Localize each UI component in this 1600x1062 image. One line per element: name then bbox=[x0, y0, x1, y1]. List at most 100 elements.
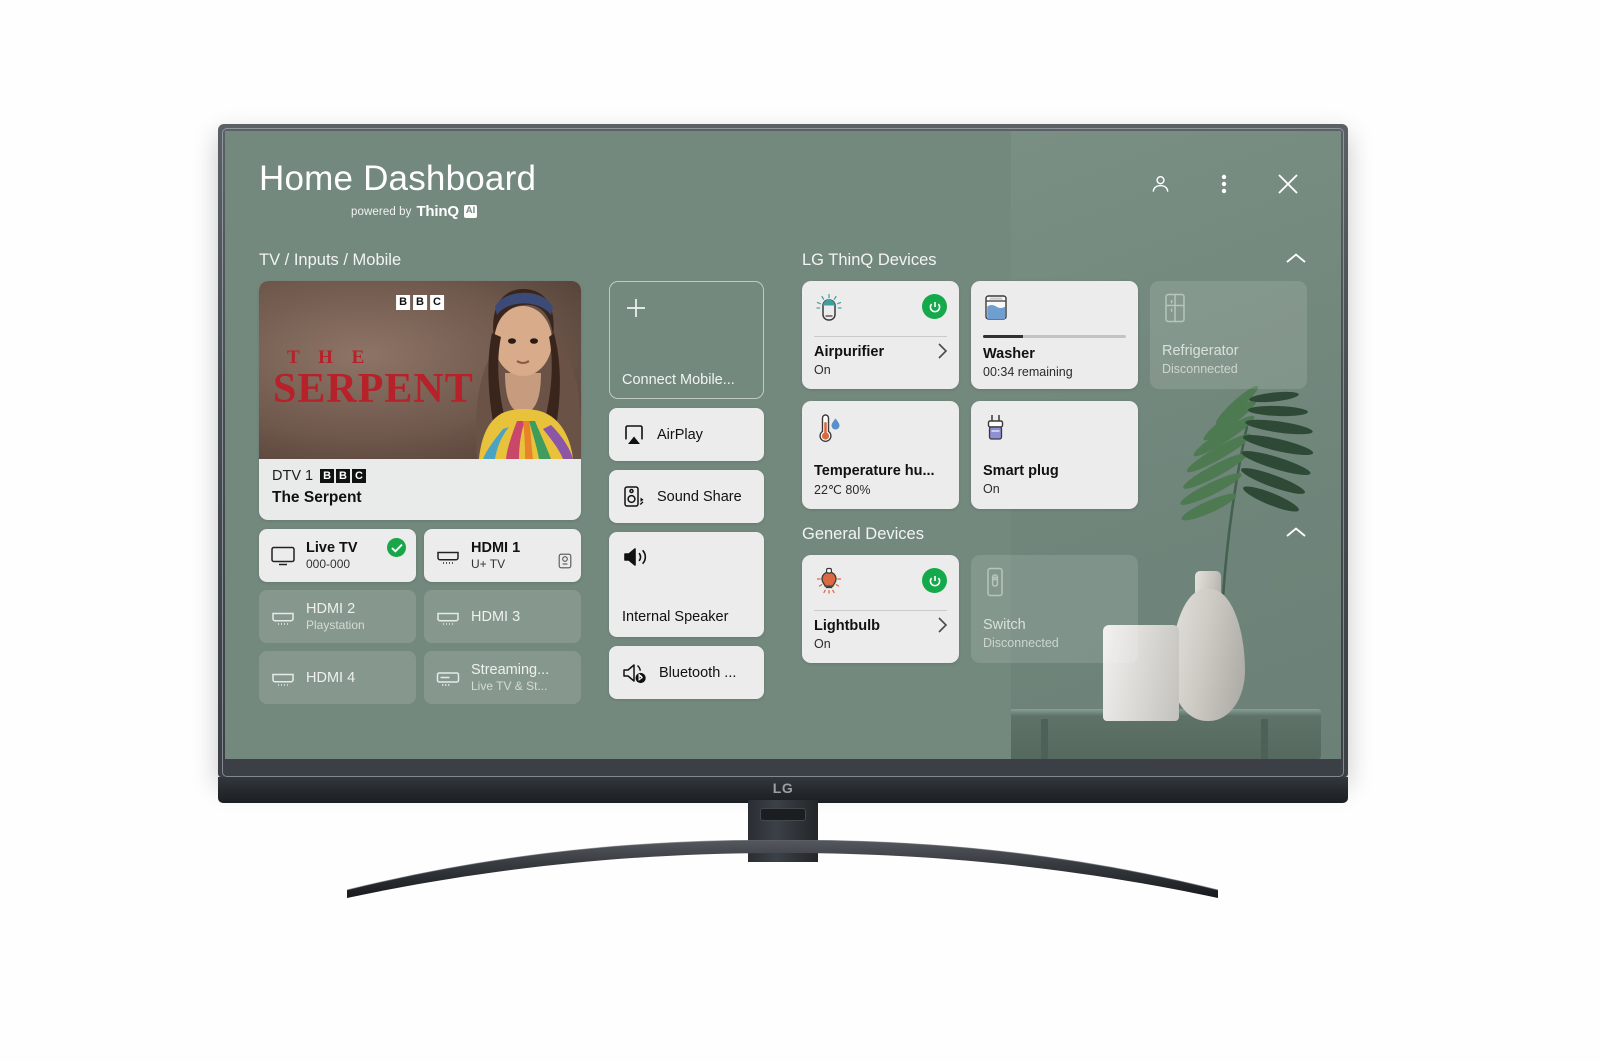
section-label-general: General Devices bbox=[802, 525, 924, 543]
settop-box-icon bbox=[558, 553, 572, 574]
device-name: Switch bbox=[983, 617, 1026, 633]
lg-logo: LG bbox=[772, 780, 794, 796]
chevron-up-icon[interactable] bbox=[1285, 526, 1307, 544]
card-divider bbox=[814, 610, 947, 611]
hdmi-icon bbox=[272, 612, 294, 625]
input-tile-hdmi-4[interactable]: HDMI 4 bbox=[259, 651, 416, 704]
bbc-logo-thumbnail: B B C bbox=[396, 295, 444, 310]
chevron-up-icon[interactable] bbox=[1285, 252, 1307, 270]
bbc-letter: B bbox=[413, 295, 427, 310]
input-tile-live-tv[interactable]: Live TV 000-000 bbox=[259, 529, 416, 582]
wall-switch-icon bbox=[987, 567, 1003, 597]
more-options-icon[interactable] bbox=[1209, 169, 1239, 199]
header-actions bbox=[1145, 169, 1303, 199]
card-divider bbox=[814, 336, 947, 337]
devices-section: LG ThinQ Devices Airpurifier On Washer 0… bbox=[802, 251, 1307, 704]
thinq-ai-badge: AI bbox=[463, 205, 478, 218]
input-tile-sub: U+ TV bbox=[471, 557, 506, 571]
device-card-top bbox=[983, 566, 1126, 608]
device-status: Disconnected bbox=[983, 636, 1059, 650]
general-section-header: General Devices bbox=[802, 525, 1307, 545]
home-dashboard: Home Dashboard powered by ThinQ AI TV / … bbox=[225, 131, 1341, 759]
speaker-icon bbox=[624, 548, 647, 566]
input-tile-name: Streaming... bbox=[471, 662, 550, 678]
screenshot-stage: Home Dashboard powered by ThinQ AI TV / … bbox=[0, 0, 1600, 1062]
program-thumbnail: B B C T H E SERPENT bbox=[259, 281, 581, 459]
dashboard-columns: TV / Inputs / Mobile B B C T H E SERPENT bbox=[259, 251, 1307, 704]
device-status: On bbox=[814, 363, 831, 377]
washer-icon bbox=[985, 295, 1007, 320]
input-tile-text: HDMI 4 bbox=[306, 670, 355, 686]
thinq-brand-label: ThinQ bbox=[416, 203, 459, 220]
input-tile-name: Live TV bbox=[306, 540, 358, 556]
device-card-top bbox=[983, 412, 1126, 454]
current-program-card[interactable]: B B C T H E SERPENT DTV 1 B B C The Serp… bbox=[259, 281, 581, 520]
tv-stand-base bbox=[346, 840, 1219, 898]
bbc-letter: C bbox=[429, 295, 444, 310]
bbc-logo-channel: B B C bbox=[320, 468, 366, 484]
device-card-washer[interactable]: Washer 00:34 remaining bbox=[971, 281, 1138, 389]
airplay-button[interactable]: AirPlay bbox=[609, 408, 764, 461]
bluetooth-speaker-icon bbox=[623, 663, 646, 683]
card-spacer bbox=[1162, 334, 1295, 343]
device-card-switch[interactable]: Switch Disconnected bbox=[971, 555, 1138, 663]
sound-share-button[interactable]: Sound Share bbox=[609, 470, 764, 523]
program-channel-number: DTV 1 bbox=[272, 468, 314, 484]
chevron-right-icon[interactable] bbox=[937, 342, 948, 365]
input-tile-text: Streaming... Live TV & St... bbox=[471, 662, 549, 693]
mobile-audio-section: Connect Mobile... AirPlay Sound Share In… bbox=[609, 251, 774, 704]
account-icon[interactable] bbox=[1145, 169, 1175, 199]
input-tile-name: HDMI 2 bbox=[306, 601, 356, 617]
device-card-temperature-humidity[interactable]: Temperature hu... 22℃ 80% bbox=[802, 401, 959, 509]
input-tile-hdmi-3[interactable]: HDMI 3 bbox=[424, 590, 581, 643]
device-card-airpurifier[interactable]: Airpurifier On bbox=[802, 281, 959, 389]
device-card-lightbulb[interactable]: Lightbulb On bbox=[802, 555, 959, 663]
section-label-thinq: LG ThinQ Devices bbox=[802, 251, 937, 269]
device-card-top bbox=[983, 292, 1126, 333]
bbc-letter: B bbox=[396, 295, 411, 310]
hdmi-icon bbox=[272, 673, 294, 686]
input-tile-text: HDMI 3 bbox=[471, 609, 520, 625]
refrigerator-icon bbox=[1165, 293, 1185, 323]
device-card-smart-plug[interactable]: Smart plug On bbox=[971, 401, 1138, 509]
program-channel-row: DTV 1 B B C bbox=[272, 468, 568, 484]
input-tile-name: HDMI 3 bbox=[471, 608, 521, 625]
device-name: Smart plug bbox=[983, 463, 1059, 479]
device-status: On bbox=[983, 482, 1000, 496]
tv-inputs-mobile-section: TV / Inputs / Mobile B B C T H E SERPENT bbox=[259, 251, 581, 704]
check-icon bbox=[387, 538, 406, 557]
bbc-letter: C bbox=[352, 468, 366, 484]
device-card-top bbox=[814, 292, 947, 334]
device-name: Airpurifier bbox=[814, 344, 885, 360]
card-spacer bbox=[983, 454, 1126, 463]
connect-mobile-button[interactable]: Connect Mobile... bbox=[609, 281, 764, 399]
device-name: Washer bbox=[983, 346, 1035, 362]
input-tile-text: Live TV 000-000 bbox=[306, 540, 358, 571]
bluetooth-speaker-button[interactable]: Bluetooth ... bbox=[609, 646, 764, 699]
power-toggle-button[interactable] bbox=[922, 568, 947, 593]
bluetooth-label: Bluetooth ... bbox=[659, 664, 737, 681]
washer-progress-bar bbox=[983, 335, 1126, 339]
device-card-top bbox=[814, 412, 947, 454]
device-name: Temperature hu... bbox=[814, 463, 935, 479]
chevron-right-icon[interactable] bbox=[937, 616, 948, 639]
device-status: 00:34 remaining bbox=[983, 365, 1073, 379]
input-tile-hdmi-2[interactable]: HDMI 2 Playstation bbox=[259, 590, 416, 643]
input-tile-sub: Live TV & St... bbox=[471, 679, 548, 693]
smart-plug-icon bbox=[987, 415, 1004, 440]
internal-speaker-button[interactable]: Internal Speaker bbox=[609, 532, 764, 637]
program-title: The Serpent bbox=[272, 489, 362, 506]
input-tile-hdmi-1[interactable]: HDMI 1 U+ TV bbox=[424, 529, 581, 582]
power-toggle-button[interactable] bbox=[922, 294, 947, 319]
input-tile-sub: 000-000 bbox=[306, 557, 351, 571]
powered-by-thinq: powered by ThinQ AI bbox=[259, 203, 1307, 220]
device-status: On bbox=[814, 637, 831, 651]
device-card-top bbox=[814, 566, 947, 608]
input-tile-streaming[interactable]: Streaming... Live TV & St... bbox=[424, 651, 581, 704]
tv-bezel: Home Dashboard powered by ThinQ AI TV / … bbox=[218, 124, 1348, 777]
device-card-refrigerator[interactable]: Refrigerator Disconnected bbox=[1150, 281, 1307, 389]
tv-screen: Home Dashboard powered by ThinQ AI TV / … bbox=[225, 131, 1341, 759]
device-name: Lightbulb bbox=[814, 618, 881, 634]
close-icon[interactable] bbox=[1273, 169, 1303, 199]
device-name: Refrigerator bbox=[1162, 343, 1239, 359]
